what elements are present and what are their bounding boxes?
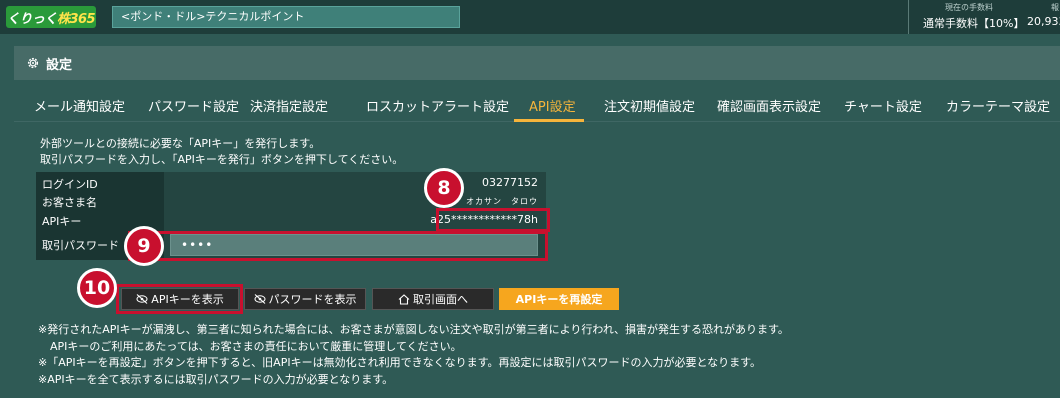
login-id-label: ログインID — [42, 178, 98, 191]
tab-order-defaults[interactable]: 注文初期値設定 — [604, 96, 695, 115]
fee-info: 現在の手数料 報 通常手数料【10%】 20,933 — [908, 0, 1060, 34]
note-line-2: APIキーのご利用にあたっては、お客さまの責任において厳重に管理してください。 — [50, 339, 462, 353]
eye-slash-icon — [254, 294, 265, 304]
to-trading-label: 取引画面へ — [413, 293, 468, 306]
intro-text: 外部ツールとの接続に必要な「APIキー」を発行します。 取引パスワードを入力し、… — [40, 136, 403, 168]
tab-mail-notification[interactable]: メール通知設定 — [34, 96, 125, 115]
reset-api-key-button[interactable]: APIキーを再設定 — [499, 288, 619, 310]
callout-badge-10: 10 — [77, 268, 117, 308]
top-bar: くりっく株365 <ポンド・ドル>テクニカルポイント 現在の手数料 報 通常手数… — [0, 0, 1060, 34]
settings-title: 設定 — [46, 57, 73, 73]
login-id-value: 03277152 — [482, 176, 538, 189]
logo-text: くりっく株365 — [6, 11, 96, 27]
api-key-form: ログインID お客さま名 APIキー 取引パスワード 03277152 オカサン… — [36, 172, 546, 260]
tab-chart[interactable]: チャート設定 — [844, 96, 922, 115]
tab-confirmation[interactable]: 確認画面表示設定 — [717, 96, 821, 115]
show-password-button[interactable]: パスワードを表示 — [244, 288, 366, 310]
tab-color-theme[interactable]: カラーテーマ設定 — [946, 96, 1050, 115]
api-key-label: APIキー — [42, 215, 82, 228]
password-input[interactable] — [170, 234, 538, 256]
settings-header: 設定 — [14, 46, 1060, 80]
tab-settlement[interactable]: 決済指定設定 — [250, 96, 328, 115]
note-line-1: ※発行されたAPIキーが漏洩し、第三者に知られた場合には、お客さまが意図しない注… — [38, 323, 789, 336]
tab-api[interactable]: API設定 — [529, 96, 576, 115]
fee-label: 現在の手数料 — [945, 3, 993, 12]
intro-line-2: 取引パスワードを入力し、「APIキーを発行」ボタンを押下してください。 — [40, 153, 404, 166]
password-label: 取引パスワード — [42, 239, 119, 252]
notes: ※発行されたAPIキーが漏洩し、第三者に知られた場合には、お客さまが意図しない注… — [38, 322, 789, 388]
news-ticker[interactable]: <ポンド・ドル>テクニカルポイント — [112, 6, 460, 28]
tab-password[interactable]: パスワード設定 — [148, 96, 239, 115]
gear-icon — [27, 57, 39, 69]
note-line-3: ※「APIキーを再設定」ボタンを押下すると、旧APIキーは無効化され利用できなく… — [38, 356, 762, 369]
customer-name-label: お客さま名 — [42, 196, 97, 209]
api-key-value: a25************78h — [430, 213, 538, 226]
show-api-key-button[interactable]: APIキーを表示 — [121, 288, 239, 310]
fee-label-secondary: 報 — [1051, 3, 1059, 12]
intro-line-1: 外部ツールとの接続に必要な「APIキー」を発行します。 — [40, 137, 321, 150]
to-trading-button[interactable]: 取引画面へ — [372, 288, 494, 310]
tab-losscut-alert[interactable]: ロスカットアラート設定 — [366, 96, 509, 115]
callout-badge-9: 9 — [124, 226, 164, 266]
balance-value: 20,933 — [1027, 15, 1060, 28]
show-api-key-label: APIキーを表示 — [151, 293, 224, 306]
active-tab-indicator — [514, 119, 584, 122]
callout-badge-8: 8 — [424, 168, 464, 208]
note-line-4: ※APIキーを全て表示するには取引パスワードの入力が必要となります。 — [38, 372, 394, 386]
fee-value: 通常手数料【10%】 — [923, 17, 1025, 30]
customer-name-value: オカサン タロウ — [466, 197, 538, 206]
logo[interactable]: くりっく株365 — [6, 6, 96, 28]
show-password-label: パスワードを表示 — [268, 293, 357, 306]
home-icon — [398, 293, 410, 305]
settings-tabs: メール通知設定 パスワード設定 決済指定設定 ロスカットアラート設定 API設定… — [14, 88, 1060, 122]
eye-slash-icon — [136, 294, 148, 304]
